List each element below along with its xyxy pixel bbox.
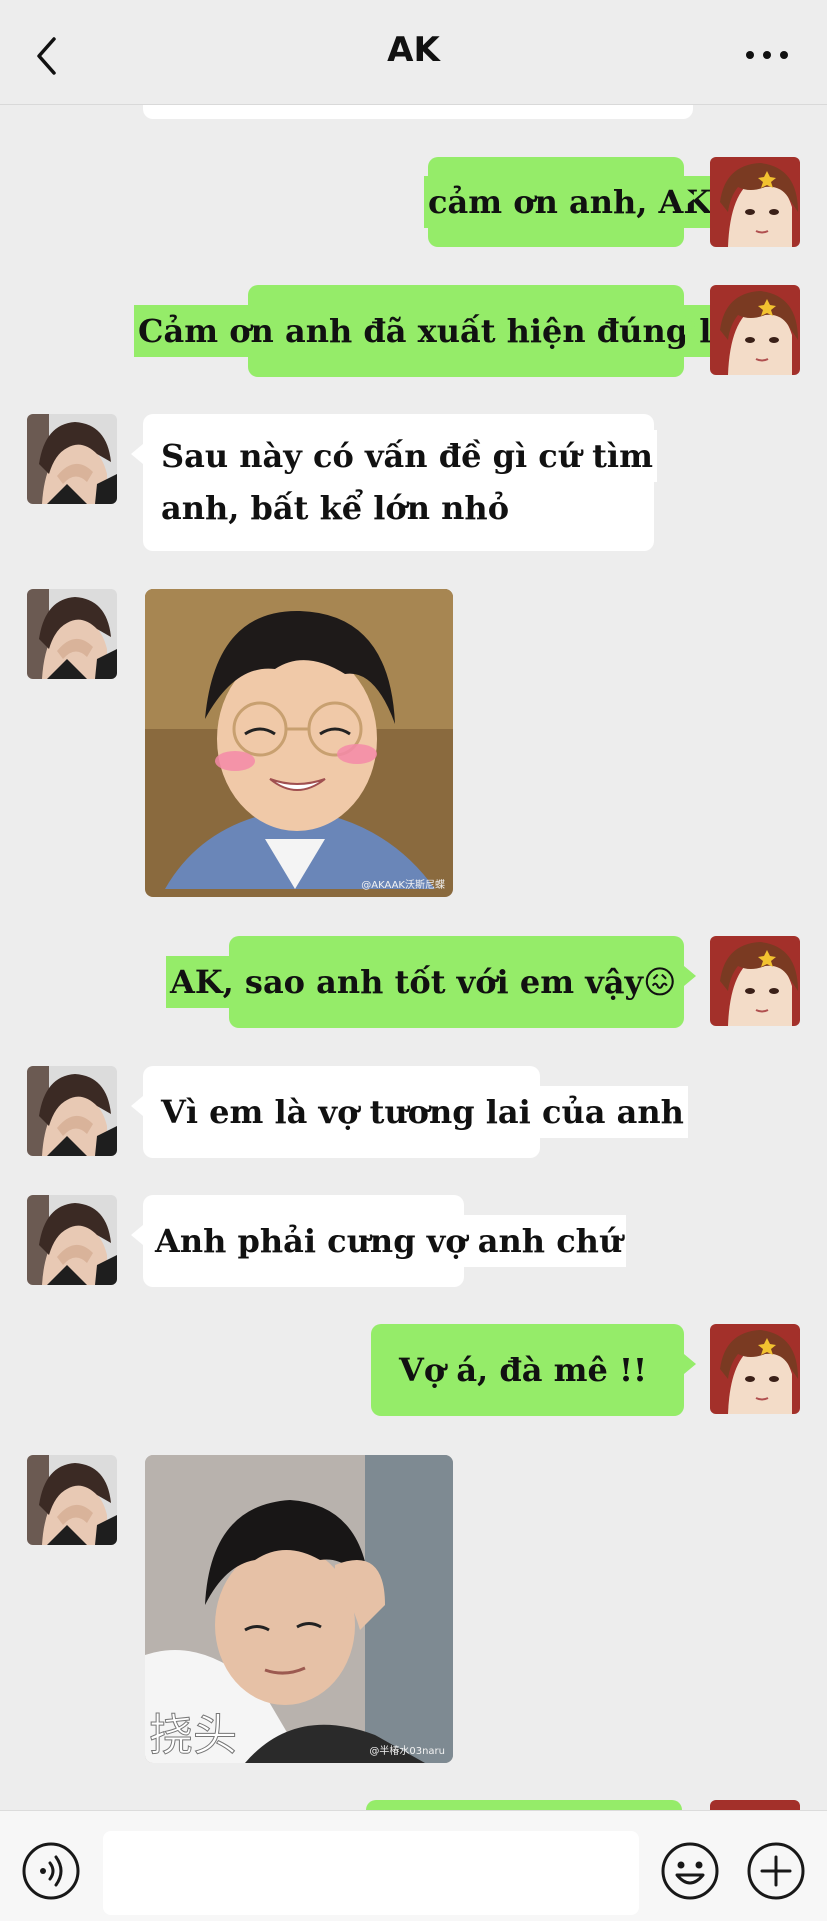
received-bubble[interactable]: Anh phải cưng vợ anh chứ	[131, 1195, 627, 1287]
sent-bubble[interactable]: Cảm ơn anh đã xuất hiện đúng lúc	[134, 285, 759, 377]
plus-icon	[747, 1842, 805, 1900]
message-list[interactable]: cảm ơn anh, AK Cảm ơn anh đã xuất hiện đ…	[0, 105, 827, 1810]
message-row: 挠头 @半椿水03naru	[0, 1455, 827, 1765]
my-avatar[interactable]	[710, 936, 800, 1026]
emoji-confounded: 😖	[643, 963, 677, 1001]
message-row: Cảm ơn anh đã xuất hiện đúng lúc	[0, 285, 827, 377]
ak-avatar[interactable]	[27, 1195, 117, 1285]
my-avatar-partial	[710, 1800, 800, 1810]
sticker-watermark: @半椿水03naru	[369, 1746, 445, 1757]
message-input[interactable]	[103, 1831, 639, 1915]
more-button[interactable]	[741, 40, 793, 70]
sent-bubble-partial	[366, 1800, 682, 1810]
ak-avatar[interactable]	[27, 1066, 117, 1156]
voice-button[interactable]	[21, 1841, 81, 1901]
message-row: @AKAAK沃斯尼蝶	[0, 589, 827, 899]
emoji-icon	[661, 1842, 719, 1900]
sent-bubble[interactable]: cảm ơn anh, AK	[424, 157, 716, 247]
message-text-line1: Sau này có vấn đề gì cứ tìm	[157, 430, 657, 482]
more-dots-icon	[746, 51, 788, 59]
sent-bubble[interactable]: AK, sao anh tốt với em vậy😖	[166, 936, 696, 1028]
chat-title: AK	[387, 30, 440, 70]
message-row: Sau này có vấn đề gì cứ tìm anh, bất kể …	[0, 414, 827, 552]
message-text: Anh phải cưng vợ anh chứ	[151, 1215, 627, 1267]
message-text: Vợ á, đà mê !!	[395, 1344, 652, 1396]
sticker-image[interactable]: 挠头 @半椿水03naru	[145, 1455, 453, 1763]
emoji-button[interactable]	[660, 1841, 720, 1901]
message-text: Vì em là vợ tương lai của anh	[157, 1086, 688, 1138]
more-functions-button[interactable]	[746, 1841, 806, 1901]
ak-avatar[interactable]	[27, 589, 117, 679]
message-row: AK, sao anh tốt với em vậy😖	[0, 936, 827, 1028]
message-row: Vợ á, đà mê !!	[0, 1324, 827, 1416]
sticker-caption: 挠头	[149, 1710, 238, 1762]
message-text-line2: anh, bất kể lớn nhỏ	[157, 482, 514, 534]
sticker-watermark: @AKAAK沃斯尼蝶	[361, 880, 445, 891]
sticker-art	[145, 589, 453, 897]
received-bubble[interactable]: Sau này có vấn đề gì cứ tìm anh, bất kể …	[131, 414, 657, 551]
ak-avatar[interactable]	[27, 414, 117, 504]
sent-bubble[interactable]: Vợ á, đà mê !!	[371, 1324, 696, 1416]
message-row: cảm ơn anh, AK	[0, 157, 827, 249]
message-text: cảm ơn anh, AK	[424, 176, 716, 228]
chat-header: AK	[0, 0, 827, 105]
input-bar	[0, 1810, 827, 1921]
message-text-body: AK, sao anh tốt với em vậy	[170, 963, 644, 1001]
voice-icon	[22, 1842, 80, 1900]
my-avatar[interactable]	[710, 1324, 800, 1414]
received-bubble[interactable]: Vì em là vợ tương lai của anh	[131, 1066, 688, 1158]
ak-avatar[interactable]	[27, 1455, 117, 1545]
my-avatar[interactable]	[710, 157, 800, 247]
message-row: Vì em là vợ tương lai của anh	[0, 1066, 827, 1158]
message-text: Cảm ơn anh đã xuất hiện đúng lúc	[134, 305, 759, 357]
message-row: Anh phải cưng vợ anh chứ	[0, 1195, 827, 1287]
message-bubble-partial	[143, 105, 693, 119]
my-avatar[interactable]	[710, 285, 800, 375]
sticker-image[interactable]: @AKAAK沃斯尼蝶	[145, 589, 453, 897]
message-text: AK, sao anh tốt với em vậy😖	[166, 956, 681, 1008]
